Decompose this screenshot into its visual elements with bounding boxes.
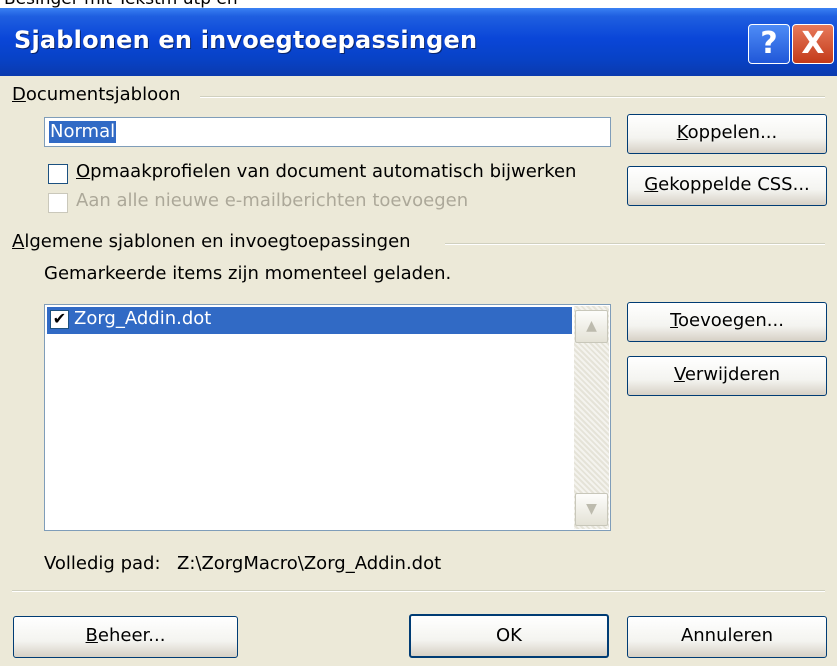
group-divider: [445, 243, 825, 245]
global-templates-list[interactable]: ✔ Zorg_Addin.dot ▲ ▼: [44, 304, 611, 531]
scroll-up-button[interactable]: ▲: [575, 310, 608, 343]
attach-button-label: Koppelen...: [676, 122, 778, 143]
arrow-down-icon: ▼: [586, 501, 597, 517]
list-item-label: Zorg_Addin.dot: [74, 308, 212, 329]
accesskey-d: D: [12, 84, 26, 105]
organizer-button-label: Beheer...: [85, 625, 166, 646]
checkmark-icon: ✔: [52, 309, 67, 328]
close-icon: X: [801, 26, 825, 61]
close-button[interactable]: X: [792, 24, 834, 64]
document-template-group-label-rest: ocumentsjabloon: [25, 84, 181, 105]
full-path-label: Volledig pad:: [44, 553, 161, 574]
add-button-label: Toevoegen...: [670, 310, 784, 331]
help-icon: ?: [760, 26, 778, 61]
help-button[interactable]: ?: [748, 24, 790, 64]
list-scrollbar[interactable]: ▲ ▼: [574, 306, 609, 529]
global-templates-group-label: Algemene sjablonen en invoegtoepassingen: [12, 231, 417, 252]
cancel-button[interactable]: Annuleren: [627, 616, 827, 658]
add-button[interactable]: Toevoegen...: [627, 302, 827, 342]
item-checkbox[interactable]: ✔: [50, 310, 69, 329]
auto-update-label[interactable]: Opmaakprofielen van document automatisch…: [76, 161, 576, 182]
template-input[interactable]: Normal: [44, 117, 611, 147]
scroll-down-button[interactable]: ▼: [575, 493, 608, 526]
footer-divider: [12, 590, 825, 592]
remove-button-label: Verwijderen: [673, 364, 781, 385]
attach-button[interactable]: Koppelen...: [627, 114, 827, 154]
full-path-value: Z:\ZorgMacro\Zorg_Addin.dot: [177, 553, 442, 574]
auto-update-checkbox[interactable]: [48, 164, 68, 184]
ok-button[interactable]: OK: [409, 614, 609, 658]
list-item[interactable]: ✔ Zorg_Addin.dot: [47, 307, 572, 334]
attach-email-label: Aan alle nieuwe e-mailberichten toevoege…: [76, 190, 469, 211]
template-input-value: Normal: [49, 121, 117, 143]
organizer-button[interactable]: Beheer...: [13, 616, 238, 658]
cancel-button-label: Annuleren: [680, 625, 774, 646]
group-divider: [200, 96, 825, 98]
linked-css-button[interactable]: Gekoppelde CSS...: [627, 166, 827, 206]
title-bar[interactable]: Sjablonen en invoegtoepassingen ? X: [0, 8, 837, 76]
document-template-group-label: Documentsjabloon: [12, 84, 187, 105]
dialog-title: Sjablonen en invoegtoepassingen: [14, 26, 478, 54]
arrow-up-icon: ▲: [586, 318, 597, 334]
global-templates-hint: Gemarkeerde items zijn momenteel geladen…: [44, 263, 452, 284]
ok-button-label: OK: [496, 625, 522, 646]
remove-button[interactable]: Verwijderen: [627, 356, 827, 396]
attach-email-checkbox: [48, 193, 68, 213]
linked-css-button-label: Gekoppelde CSS...: [644, 174, 810, 195]
